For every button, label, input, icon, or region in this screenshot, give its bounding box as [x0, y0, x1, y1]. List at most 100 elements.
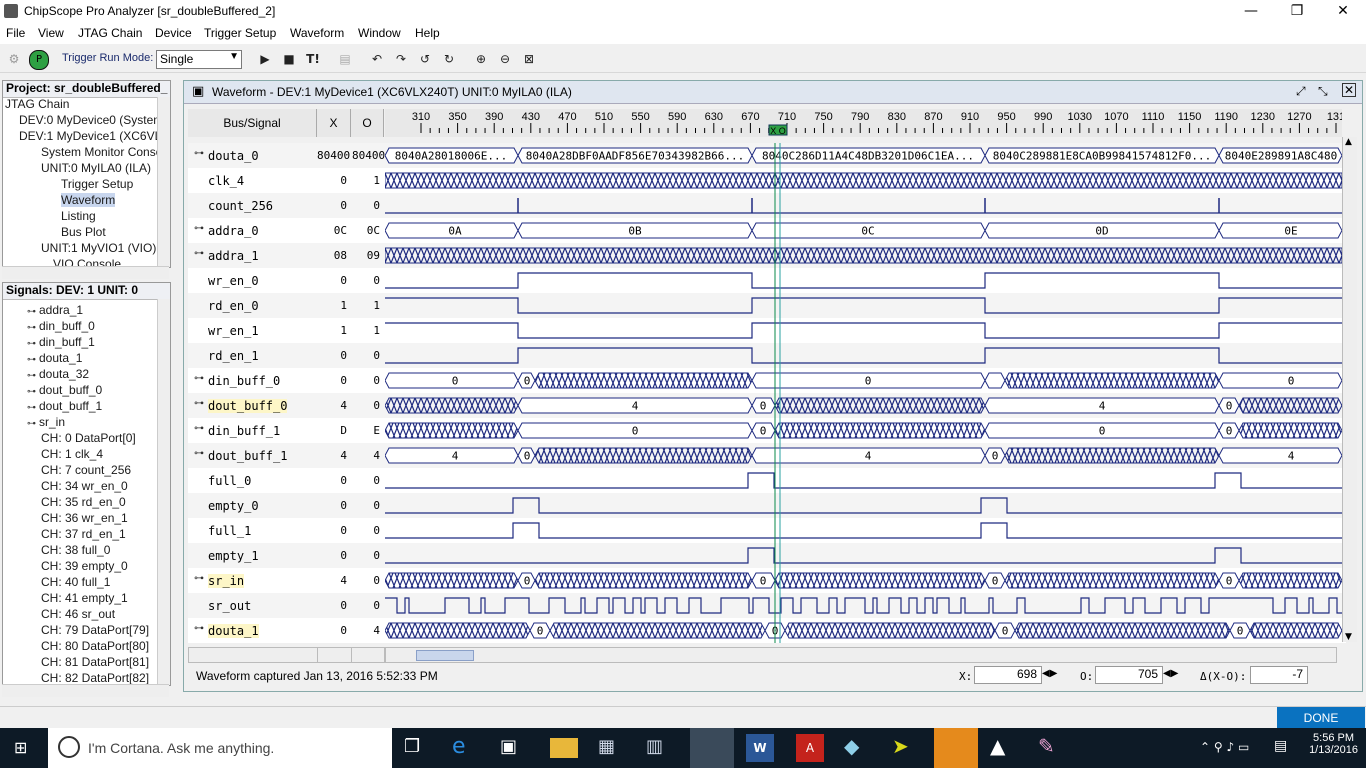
bus-expand-icon[interactable]: ⊶ [194, 448, 204, 459]
bus-expand-icon[interactable]: ⊶ [194, 623, 204, 634]
waveform-vertical-scrollbar[interactable]: ▲ ▼ [1342, 137, 1357, 642]
zoom-out-icon[interactable]: ⊖ [496, 50, 514, 68]
app-icon-4[interactable]: ➤ [892, 734, 920, 762]
signal-list-item[interactable]: ⊶ douta_32 [27, 367, 89, 381]
scroll-up-icon[interactable]: ▲ [1345, 137, 1352, 147]
waveform-canvas[interactable]: 8040A28018006E... 8040A28DBF0AADF856E7034… [385, 143, 1342, 643]
bus-expand-icon[interactable]: ⊶ [194, 423, 204, 434]
go-to-o-marker-icon[interactable]: ↷ [392, 50, 410, 68]
x-horizontal-scrollbar[interactable] [317, 647, 352, 663]
x-cursor-value[interactable]: 698 [974, 666, 1042, 684]
store-icon[interactable]: ▣ [500, 736, 528, 764]
project-tree-item[interactable]: Bus Plot [61, 225, 106, 239]
project-tree-item[interactable]: JTAG Chain [5, 97, 69, 111]
project-tree-item[interactable]: DEV:1 MyDevice1 (XC6VL [19, 129, 161, 143]
project-tree-item[interactable]: UNIT:1 MyVIO1 (VIO) [41, 241, 156, 255]
o-cursor-stepper[interactable]: ◀▶ [1163, 668, 1178, 679]
close-icon[interactable]: ✕ [1342, 83, 1356, 97]
menu-trigger-setup[interactable]: Trigger Setup [204, 26, 276, 40]
bus-expand-icon[interactable]: ⊶ [194, 573, 204, 584]
next-marker-icon[interactable]: ↻ [440, 50, 458, 68]
time-ruler[interactable]: 310 350 390 430 470 510 550 590 630 670 710 750 790 8… [385, 109, 1342, 137]
clock[interactable]: 5:56 PM 1/13/2016 [1309, 732, 1358, 756]
project-tree-item[interactable]: UNIT:0 MyILA0 (ILA) [41, 161, 151, 175]
scroll-down-icon[interactable]: ▼ [1345, 632, 1352, 642]
run-button[interactable]: ▶ [256, 50, 274, 68]
signal-list-item[interactable]: CH: 36 wr_en_1 [41, 511, 128, 525]
column-x[interactable]: X [317, 109, 351, 137]
x-cursor-stepper[interactable]: ◀▶ [1042, 668, 1057, 679]
bus-expand-icon[interactable]: ⊶ [194, 398, 204, 409]
menu-device[interactable]: Device [155, 26, 192, 40]
maximize-button[interactable]: ❐ [1274, 0, 1320, 24]
o-cursor-value[interactable]: 705 [1095, 666, 1163, 684]
bus-expand-icon[interactable]: ⊶ [194, 148, 204, 159]
signal-list-item[interactable]: CH: 79 DataPort[79] [41, 623, 149, 637]
signals-horizontal-scrollbar[interactable] [2, 684, 169, 697]
menu-waveform[interactable]: Waveform [290, 26, 344, 40]
project-vertical-scrollbar[interactable] [157, 97, 170, 267]
signal-list-item[interactable]: ⊶ dout_buff_1 [27, 399, 102, 413]
prev-marker-icon[interactable]: ↺ [416, 50, 434, 68]
app-icon-3[interactable]: ◆ [844, 734, 872, 762]
o-horizontal-scrollbar[interactable] [351, 647, 385, 663]
signal-list-item[interactable]: CH: 46 sr_out [41, 607, 115, 621]
paint-icon[interactable]: ✎ [1038, 734, 1066, 762]
project-horizontal-scrollbar[interactable] [2, 266, 169, 279]
signal-list-item[interactable]: ⊶ din_buff_0 [27, 319, 95, 333]
bus-expand-icon[interactable]: ⊶ [194, 223, 204, 234]
menu-window[interactable]: Window [358, 26, 401, 40]
signal-list-item[interactable]: ⊶ sr_in [27, 415, 65, 429]
column-o[interactable]: O [351, 109, 384, 137]
signal-list-item[interactable]: CH: 38 full_0 [41, 543, 110, 557]
signal-list-item[interactable]: CH: 80 DataPort[80] [41, 639, 149, 653]
signal-list-item[interactable]: CH: 81 DataPort[81] [41, 655, 149, 669]
menu-help[interactable]: Help [415, 26, 440, 40]
signal-list-item[interactable]: ⊶ dout_buff_0 [27, 383, 102, 397]
file-explorer-icon[interactable] [550, 738, 578, 758]
signal-list-item[interactable]: CH: 37 rd_en_1 [41, 527, 126, 541]
minimize-button[interactable]: — [1228, 0, 1274, 24]
bus-expand-icon[interactable]: ⊶ [194, 373, 204, 384]
project-tree-item[interactable]: System Monitor Conso [41, 145, 162, 159]
menu-jtag-chain[interactable]: JTAG Chain [78, 26, 142, 40]
project-tree-item[interactable]: Waveform [61, 193, 116, 207]
notification-icon[interactable]: ▤ [1274, 738, 1287, 754]
signal-list-item[interactable]: ⊶ douta_1 [27, 351, 82, 365]
chain-icon[interactable]: ⚙ [5, 50, 23, 68]
trigger-immediate-button[interactable]: T! [304, 50, 322, 68]
bus-expand-icon[interactable]: ⊶ [194, 248, 204, 259]
cortana-search[interactable]: I'm Cortana. Ask me anything. [48, 728, 392, 768]
signal-list-item[interactable]: CH: 82 DataPort[82] [41, 671, 149, 685]
names-horizontal-scrollbar[interactable] [188, 647, 318, 663]
app-icon-1[interactable]: ▦ [598, 736, 626, 764]
project-tree-item[interactable]: Listing [61, 209, 96, 223]
close-button[interactable]: ✕ [1320, 0, 1366, 24]
stop-button[interactable]: ■ [280, 50, 298, 68]
signal-list-item[interactable]: CH: 39 empty_0 [41, 559, 128, 573]
time-horizontal-scrollbar[interactable] [385, 647, 1337, 663]
app-icon-2[interactable]: ▥ [646, 736, 674, 764]
edge-icon[interactable]: e [452, 734, 480, 762]
signal-list-item[interactable]: CH: 41 empty_1 [41, 591, 128, 605]
scroll-thumb[interactable] [416, 650, 474, 661]
signal-list-item[interactable]: ⊶ addra_1 [27, 303, 83, 317]
task-view-icon[interactable]: ❐ [404, 736, 432, 764]
signal-list-item[interactable]: CH: 35 rd_en_0 [41, 495, 126, 509]
project-tree-item[interactable]: Trigger Setup [61, 177, 133, 191]
acrobat-icon[interactable]: A [796, 734, 824, 762]
trigger-run-mode-select[interactable]: Single ▼ [156, 50, 242, 69]
go-to-x-marker-icon[interactable]: ↶ [368, 50, 386, 68]
zoom-fit-icon[interactable]: ⊠ [520, 50, 538, 68]
signal-list-item[interactable]: CH: 1 clk_4 [41, 447, 103, 461]
app-icon-5[interactable] [934, 728, 978, 768]
photos-icon[interactable]: ▲ [990, 734, 1018, 762]
signal-list-item[interactable]: CH: 40 full_1 [41, 575, 110, 589]
power-icon[interactable]: P [29, 50, 49, 70]
signal-list-item[interactable]: CH: 0 DataPort[0] [41, 431, 136, 445]
minimize-icon[interactable]: ⤢ [1296, 84, 1306, 99]
zoom-in-icon[interactable]: ⊕ [472, 50, 490, 68]
project-tree-item[interactable]: DEV:0 MyDevice0 (System [19, 113, 163, 127]
signal-list-item[interactable]: CH: 34 wr_en_0 [41, 479, 128, 493]
tray-icons[interactable]: ⌃ ⚲ ♪ ▭ [1200, 740, 1249, 754]
